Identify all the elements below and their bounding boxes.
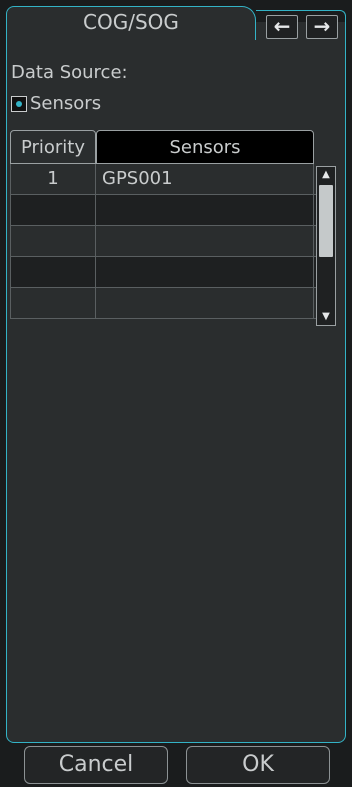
ok-button[interactable]: OK: [186, 746, 330, 784]
tab-bar: COG/SOG ← →: [6, 6, 346, 40]
column-header-priority[interactable]: Priority: [10, 130, 96, 164]
cancel-button[interactable]: Cancel: [24, 746, 168, 784]
sensors-radio-label[interactable]: Sensors: [30, 93, 101, 114]
sensors-radio[interactable]: [11, 96, 27, 112]
priority-cell: 1: [10, 164, 96, 194]
table-header: Priority Sensors: [10, 130, 316, 164]
sensor-cell: GPS001: [96, 164, 314, 194]
table-row[interactable]: [10, 226, 316, 257]
table-row[interactable]: [10, 288, 316, 319]
sensor-cell: [96, 195, 314, 225]
tab-cog-sog[interactable]: COG/SOG: [6, 6, 256, 40]
table-row[interactable]: 1 GPS001: [10, 164, 316, 195]
priority-cell: [10, 257, 96, 287]
data-source-label: Data Source:: [11, 62, 128, 83]
sensor-cell: [96, 226, 314, 256]
scroll-up-icon[interactable]: ▲: [318, 168, 334, 182]
sensor-cell: [96, 288, 314, 318]
priority-cell: [10, 288, 96, 318]
tab-navigation: ← →: [256, 10, 346, 40]
table-scrollbar[interactable]: ▲ ▼: [316, 166, 336, 326]
scroll-down-icon[interactable]: ▼: [318, 310, 334, 324]
priority-cell: [10, 195, 96, 225]
column-header-sensors[interactable]: Sensors: [96, 130, 314, 164]
arrow-right-icon[interactable]: →: [306, 15, 338, 39]
priority-cell: [10, 226, 96, 256]
sensor-priority-table: Priority Sensors 1 GPS001: [10, 130, 316, 319]
scroll-thumb[interactable]: [319, 185, 333, 257]
sensor-cell: [96, 257, 314, 287]
arrow-left-icon[interactable]: ←: [266, 15, 298, 39]
table-row[interactable]: [10, 257, 316, 288]
table-row[interactable]: [10, 195, 316, 226]
